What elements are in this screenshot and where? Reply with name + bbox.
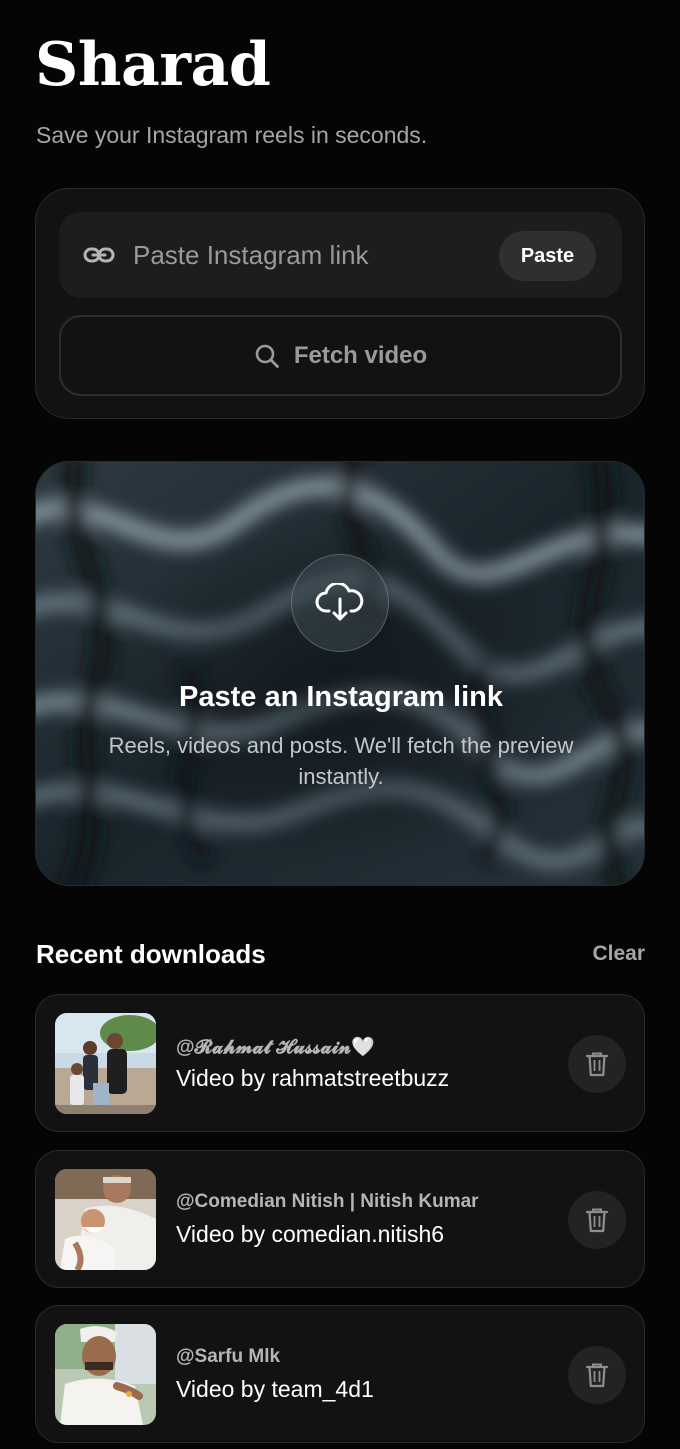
search-icon [255,344,279,368]
link-input-card: Paste Fetch video [35,188,645,419]
video-thumbnail [55,1324,156,1425]
clear-button[interactable]: Clear [592,942,645,966]
download-item[interactable]: @Comedian Nitish | Nitish Kumar Video by… [35,1150,645,1288]
link-icon [83,247,115,263]
cloud-download-icon [315,583,364,621]
app-tagline: Save your Instagram reels in seconds. [36,122,428,148]
download-author: @Comedian Nitish | Nitish Kumar [176,1191,479,1212]
delete-button[interactable] [568,1346,626,1404]
trash-icon [585,1363,609,1388]
download-item[interactable]: @𝓡𝓪𝓱𝓶𝓪𝓽 𝓗𝓾𝓼𝓼𝓪𝓲𝓷🤍 Video by rahmatstreetbu… [35,994,645,1132]
paste-button[interactable]: Paste [499,231,596,281]
trash-icon [585,1052,609,1077]
app-title: Sharad [35,30,271,100]
download-author: @Sarfu Mlk [176,1346,281,1367]
hero-heading: Paste an Instagram link [179,681,503,713]
download-description: Video by rahmatstreetbuzz [176,1065,450,1091]
download-author: @𝓡𝓪𝓱𝓶𝓪𝓽 𝓗𝓾𝓼𝓼𝓪𝓲𝓷🤍 [176,1037,375,1058]
hero-subtext: Reels, videos and posts. We'll fetch the… [108,733,574,789]
delete-button[interactable] [568,1035,626,1093]
recent-downloads-title: Recent downloads [36,939,266,969]
video-thumbnail [55,1013,156,1114]
app-screen: Sharad Save your Instagram reels in seco… [0,0,680,1449]
instagram-link-input[interactable] [133,234,493,276]
cloud-download-badge [291,554,389,652]
link-input-row[interactable]: Paste [59,212,622,298]
video-thumbnail [55,1169,156,1270]
delete-button[interactable] [568,1191,626,1249]
fetch-video-button[interactable]: Fetch video [59,315,622,396]
download-description: Video by comedian.nitish6 [176,1221,445,1247]
download-description: Video by team_4d1 [176,1376,374,1402]
fetch-video-label: Fetch video [293,341,428,369]
download-item[interactable]: @Sarfu Mlk Video by team_4d1 [35,1305,645,1443]
trash-icon [585,1208,609,1233]
hero-shade [36,462,644,885]
empty-state-hero: Paste an Instagram link Reels, videos an… [35,461,645,886]
